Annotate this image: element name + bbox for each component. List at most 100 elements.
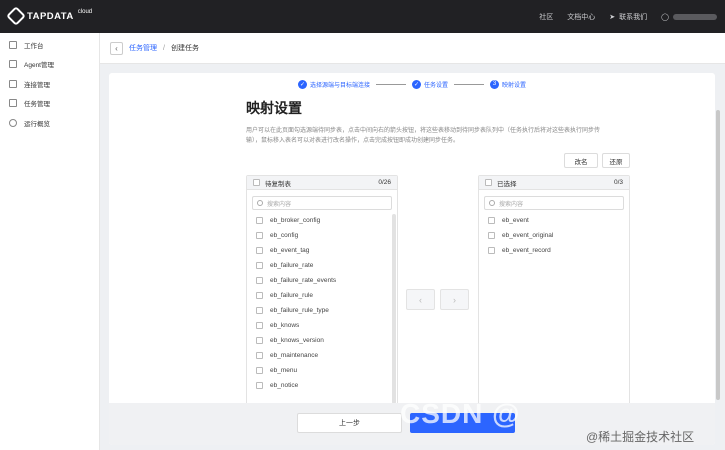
item-label: eb_failure_rule xyxy=(270,292,314,299)
step-3: 3 映射设置 xyxy=(490,79,527,89)
list-item[interactable]: eb_maintenance xyxy=(247,348,397,363)
list-item[interactable]: eb_event_record xyxy=(479,243,629,258)
list-item[interactable]: eb_broker_config xyxy=(247,213,397,228)
back-button[interactable]: ‹ xyxy=(110,41,123,55)
selected-search-input[interactable]: 搜索内容 xyxy=(484,196,624,210)
chevron-left-icon: ‹ xyxy=(115,43,118,53)
top-bar: TAPDATA cloud 社区 文档中心 ➤ 联系我们 ◯ xyxy=(0,0,725,33)
logo-mark-icon xyxy=(6,6,26,26)
item-checkbox[interactable] xyxy=(256,382,263,389)
rename-button[interactable]: 改名 xyxy=(564,153,598,168)
search-icon xyxy=(257,200,263,206)
task-icon xyxy=(9,99,17,108)
item-label: eb_event_original xyxy=(502,232,554,239)
nav-docs[interactable]: 文档中心 xyxy=(567,12,595,22)
sidebar-item-label: 任务管理 xyxy=(24,101,50,109)
item-label: eb_event xyxy=(502,217,529,224)
list-item[interactable]: eb_event_tag xyxy=(247,243,397,258)
item-label: eb_event_record xyxy=(502,247,551,254)
page-scrollbar[interactable] xyxy=(716,110,720,400)
list-item[interactable]: eb_failure_rule_type xyxy=(247,303,397,318)
item-checkbox[interactable] xyxy=(256,337,263,344)
connection-icon xyxy=(9,79,17,88)
source-search-input[interactable]: 搜索内容 xyxy=(252,196,392,210)
item-checkbox[interactable] xyxy=(256,232,263,239)
breadcrumb: ‹ 任务管理 / 创建任务 xyxy=(100,33,725,64)
list-item[interactable]: eb_knows xyxy=(247,318,397,333)
item-checkbox[interactable] xyxy=(256,247,263,254)
list-item[interactable]: eb_failure_rate_events xyxy=(247,273,397,288)
breadcrumb-separator: / xyxy=(163,44,165,52)
item-checkbox[interactable] xyxy=(256,262,263,269)
restore-button[interactable]: 还原 xyxy=(602,153,630,168)
breadcrumb-current: 创建任务 xyxy=(170,45,199,52)
step-label: 映射设置 xyxy=(502,82,527,89)
step-connector xyxy=(375,83,406,85)
list-item[interactable]: eb_event xyxy=(479,213,629,228)
sidebar-item-label: Agent管理 xyxy=(24,62,54,70)
prev-step-button[interactable]: 上一步 xyxy=(297,413,402,433)
item-label: eb_knows_version xyxy=(270,337,324,344)
item-label: eb_broker_config xyxy=(270,217,321,224)
sidebar-item-connection[interactable]: 连接管理 xyxy=(0,74,99,94)
step-label: 任务设置 xyxy=(423,82,448,89)
item-label: eb_failure_rate xyxy=(270,262,314,269)
move-right-button[interactable]: › xyxy=(440,289,469,310)
list-item[interactable]: eb_notice xyxy=(247,378,397,393)
select-all-checkbox[interactable] xyxy=(485,179,492,186)
send-icon: ➤ xyxy=(609,13,616,21)
sidebar: 工作台 Agent管理 连接管理 任务管理 运行概览 xyxy=(0,33,100,450)
logo[interactable]: TAPDATA cloud xyxy=(6,6,93,26)
overview-icon xyxy=(9,118,17,127)
list-item[interactable]: eb_knows_version xyxy=(247,333,397,348)
list-item[interactable]: eb_failure_rule xyxy=(247,288,397,303)
source-table-list: 待复制表 0/26 搜索内容 eb_broker_config eb_config… xyxy=(246,175,398,407)
step-label: 选择源端与目标端连接 xyxy=(309,82,370,89)
item-checkbox[interactable] xyxy=(488,247,495,254)
item-label: eb_notice xyxy=(270,382,299,389)
item-label: eb_menu xyxy=(270,367,298,374)
sidebar-item-overview[interactable]: 运行概览 xyxy=(0,113,99,133)
source-list-title: 待复制表 xyxy=(265,180,291,188)
step-1: ✓ 选择源端与目标端连接 xyxy=(297,79,370,89)
list-item[interactable]: eb_failure_rate xyxy=(247,258,397,273)
nav-contact[interactable]: ➤ 联系我们 xyxy=(609,12,647,22)
selected-list-title: 已选择 xyxy=(497,180,517,188)
item-checkbox[interactable] xyxy=(256,367,263,374)
move-left-button[interactable]: ‹ xyxy=(406,289,435,310)
top-nav: 社区 文档中心 ➤ 联系我们 ◯ xyxy=(539,0,717,33)
sidebar-item-workbench[interactable]: 工作台 xyxy=(0,35,99,55)
sidebar-item-agent[interactable]: Agent管理 xyxy=(0,55,99,75)
user-menu[interactable]: ◯ xyxy=(661,13,717,21)
item-checkbox[interactable] xyxy=(256,217,263,224)
item-checkbox[interactable] xyxy=(256,307,263,314)
agent-icon xyxy=(9,60,17,69)
item-checkbox[interactable] xyxy=(256,277,263,284)
list-item[interactable]: eb_event_original xyxy=(479,228,629,243)
item-label: eb_failure_rate_events xyxy=(270,277,337,284)
select-all-checkbox[interactable] xyxy=(253,179,260,186)
logo-suffix: cloud xyxy=(77,9,93,15)
step-indicator: ✓ 选择源端与目标端连接 ✓ 任务设置 3 映射设置 xyxy=(109,73,715,95)
user-name-blurred xyxy=(673,13,717,20)
item-checkbox[interactable] xyxy=(488,232,495,239)
item-checkbox[interactable] xyxy=(488,217,495,224)
source-list-count: 0/26 xyxy=(378,179,391,186)
item-checkbox[interactable] xyxy=(256,352,263,359)
item-checkbox[interactable] xyxy=(256,322,263,329)
sidebar-item-task[interactable]: 任务管理 xyxy=(0,94,99,114)
source-list-scrollbar[interactable] xyxy=(392,214,396,404)
nav-community[interactable]: 社区 xyxy=(539,12,553,22)
check-icon: ✓ xyxy=(411,79,421,89)
list-item[interactable]: eb_config xyxy=(247,228,397,243)
selected-table-list: 已选择 0/3 搜索内容 eb_event eb_event_original eb… xyxy=(478,175,630,407)
page-description: 用户可以在此页面勾选源端待同步表，点击中间向右的箭头按钮，将这些表移动到待同步表… xyxy=(246,128,601,144)
list-item[interactable]: eb_menu xyxy=(247,363,397,378)
source-list-items: eb_broker_config eb_config eb_event_tag eb_… xyxy=(247,213,397,393)
selected-list-items: eb_event eb_event_original eb_event_record xyxy=(479,213,629,258)
check-icon: ✓ xyxy=(297,79,307,89)
breadcrumb-parent[interactable]: 任务管理 xyxy=(129,43,157,53)
step-connector xyxy=(454,83,484,85)
search-placeholder: 搜索内容 xyxy=(267,201,292,208)
item-checkbox[interactable] xyxy=(256,292,263,299)
